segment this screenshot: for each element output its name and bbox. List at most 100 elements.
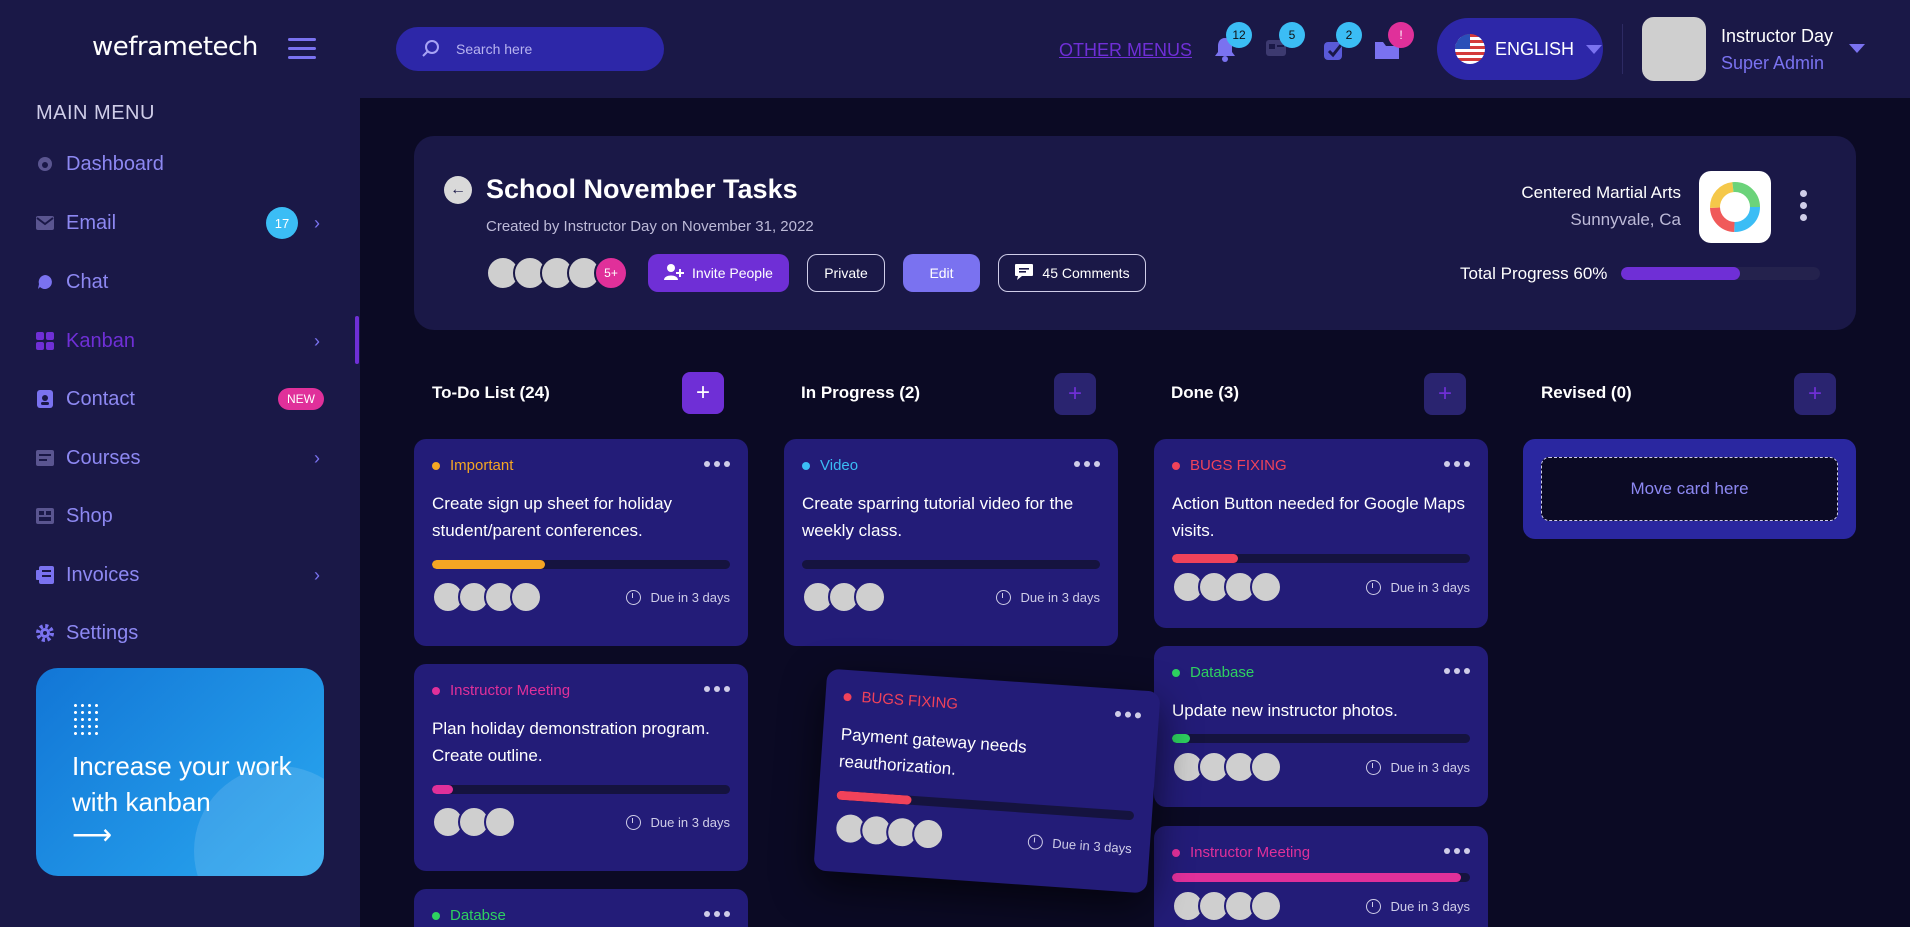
tag-label: Databse [450, 907, 506, 924]
kanban-card[interactable]: Instructor Meeting Plan holiday demonstr… [414, 664, 748, 871]
card-assignees[interactable] [1172, 751, 1282, 783]
comments-button[interactable]: 45 Comments [998, 254, 1146, 292]
tag-dot [1172, 848, 1180, 857]
dragging-kanban-card[interactable]: BUGS FIXING Payment gateway needs reauth… [813, 668, 1161, 894]
active-indicator [355, 316, 359, 364]
card-assignees[interactable] [432, 581, 542, 613]
clock-icon [1026, 833, 1043, 850]
tasks-check-icon[interactable]: 2 [1322, 22, 1362, 64]
sidebar-item-invoices[interactable]: Invoices › [36, 555, 326, 595]
card-more-icon[interactable] [700, 461, 730, 467]
arrow-right-icon[interactable]: ⟶ [72, 818, 112, 851]
chevron-right-icon: › [314, 212, 320, 233]
kanban-promo-card[interactable]: Increase your work with kanban ⟶ [36, 668, 324, 876]
tag-dot [432, 911, 440, 920]
card-tag: Video [802, 457, 1100, 474]
sidebar-item-label: Shop [66, 504, 113, 527]
language-selector[interactable]: ENGLISH [1437, 18, 1603, 80]
card-assignees[interactable] [802, 581, 886, 613]
due-date: Due in 3 days [625, 814, 730, 830]
more-options-vertical-icon[interactable] [1800, 190, 1808, 226]
sidebar-item-label: Courses [66, 446, 141, 469]
tag-dot [432, 686, 440, 695]
kanban-card[interactable]: Important Create sign up sheet for holid… [414, 439, 748, 646]
member-avatars[interactable]: 5+ [486, 256, 628, 290]
messages-icon[interactable]: 5 [1265, 22, 1305, 64]
new-badge: NEW [278, 388, 324, 410]
due-date: Due in 3 days [1365, 579, 1470, 595]
private-button[interactable]: Private [807, 254, 885, 292]
search-input[interactable]: Search here [396, 27, 664, 71]
kanban-card[interactable]: Video Create sparring tutorial video for… [784, 439, 1118, 646]
sidebar-item-dashboard[interactable]: Dashboard [36, 144, 326, 184]
column-title-inprogress: In Progress (2) [801, 383, 921, 402]
school-name: Centered Martial Arts [1521, 183, 1681, 202]
card-assignees[interactable] [1172, 571, 1282, 603]
due-date: Due in 3 days [995, 589, 1100, 605]
card-more-icon[interactable] [1440, 668, 1470, 674]
other-menus-link[interactable]: OTHER MENUS [1059, 40, 1192, 61]
sidebar-item-email[interactable]: Email 17 › [36, 203, 326, 243]
due-date: Due in 3 days [1365, 898, 1471, 914]
sidebar-item-contact[interactable]: Contact NEW [36, 379, 326, 419]
sidebar-item-label: Kanban [66, 329, 135, 352]
sidebar-item-kanban[interactable]: Kanban › [36, 321, 326, 361]
kanban-card[interactable]: Instructor Meeting Due in 3 days [1154, 826, 1488, 927]
comments-label: 45 Comments [1042, 265, 1130, 281]
add-card-button-done[interactable]: + [1424, 373, 1466, 415]
sidebar-item-courses[interactable]: Courses › [36, 438, 326, 478]
tag-dot [843, 692, 852, 701]
sidebar-item-shop[interactable]: Shop [36, 496, 326, 536]
due-label: Due in 3 days [1390, 898, 1471, 914]
courses-icon [36, 449, 54, 467]
card-title: Action Button needed for Google Maps vis… [1172, 494, 1465, 540]
card-tag: Instructor Meeting [432, 682, 730, 699]
move-card-here-placeholder[interactable]: Move card here [1541, 457, 1838, 521]
add-card-button-todo[interactable]: + [682, 372, 724, 414]
card-tag: BUGS FIXING [843, 688, 1141, 726]
card-more-icon[interactable] [700, 911, 730, 917]
tag-dot [1172, 668, 1180, 677]
notification-bell-icon[interactable]: 12 [1212, 22, 1252, 64]
chat-bubble-icon [36, 273, 54, 291]
gear-icon [36, 624, 54, 642]
user-role: Super Admin [1721, 53, 1825, 73]
kanban-card[interactable]: Databse [414, 889, 748, 927]
card-more-icon[interactable] [1070, 461, 1100, 467]
card-assignees[interactable] [833, 811, 946, 852]
add-card-button-inprogress[interactable]: + [1054, 373, 1096, 415]
back-arrow-icon[interactable]: ← [444, 176, 472, 204]
hamburger-menu-icon[interactable] [288, 38, 316, 60]
card-more-icon[interactable] [1440, 461, 1470, 467]
kanban-card[interactable]: Database Update new instructor photos. D… [1154, 646, 1488, 807]
clock-icon [1365, 579, 1381, 595]
edit-button[interactable]: Edit [903, 254, 980, 292]
folder-icon[interactable]: ! [1374, 22, 1414, 64]
sidebar-item-label: Email [66, 211, 117, 234]
sidebar-item-settings[interactable]: Settings [36, 613, 326, 653]
more-members-badge[interactable]: 5+ [594, 256, 628, 290]
clock-icon [1365, 898, 1381, 914]
card-assignees[interactable] [1172, 890, 1282, 922]
user-menu-chevron-icon[interactable] [1849, 44, 1865, 53]
card-assignees[interactable] [432, 806, 516, 838]
add-card-button-revised[interactable]: + [1794, 373, 1836, 415]
invite-people-button[interactable]: Invite People [648, 254, 789, 292]
due-date: Due in 3 days [1026, 833, 1132, 856]
tag-dot [802, 461, 810, 470]
card-progress-bar [432, 560, 730, 569]
revised-column-dropzone[interactable]: Move card here [1523, 439, 1856, 539]
user-avatar[interactable] [1642, 17, 1706, 81]
kanban-card[interactable]: BUGS FIXING Action Button needed for Goo… [1154, 439, 1488, 628]
avatar [1250, 751, 1282, 783]
card-tag: Databse [432, 907, 730, 924]
shop-icon [36, 507, 54, 525]
clock-icon [995, 589, 1011, 605]
card-more-icon[interactable] [1440, 848, 1470, 854]
user-name[interactable]: Instructor Day [1721, 26, 1833, 47]
column-title-revised: Revised (0) [1541, 383, 1632, 402]
brand-logo[interactable]: weframetech [92, 32, 258, 62]
card-more-icon[interactable] [700, 686, 730, 692]
contact-book-icon [36, 390, 54, 408]
sidebar-item-chat[interactable]: Chat [36, 262, 326, 302]
